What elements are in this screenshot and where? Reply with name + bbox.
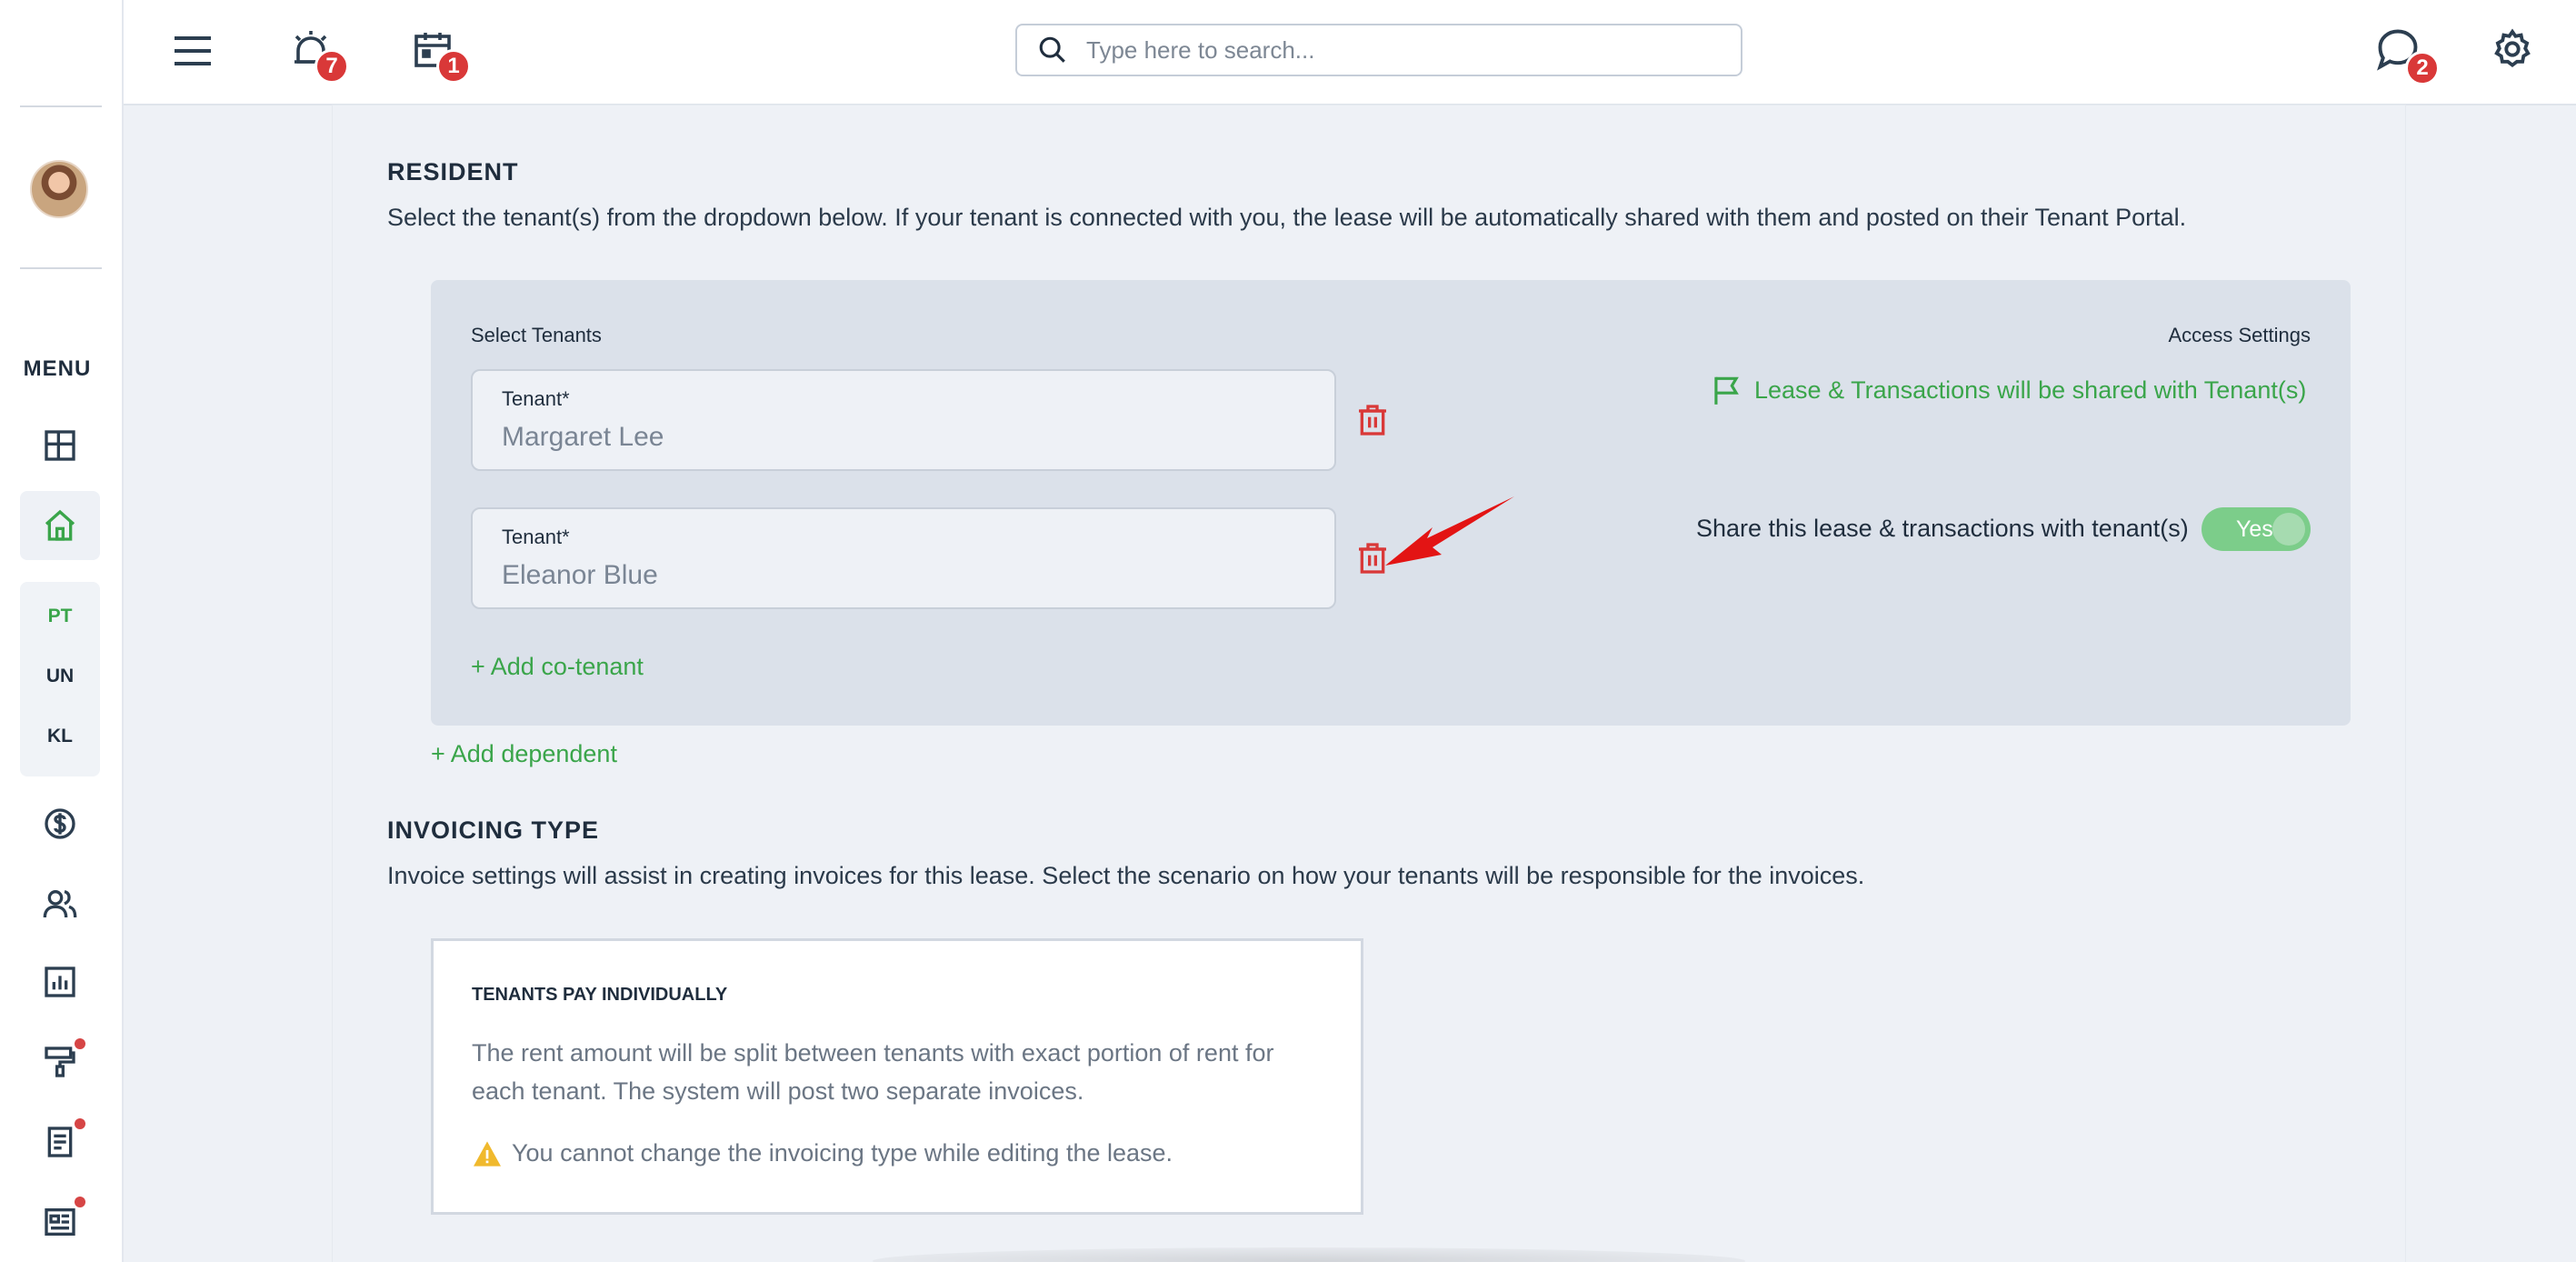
toggle-label: Yes bbox=[2236, 516, 2273, 542]
top-header: 7 1 2 bbox=[124, 0, 2576, 105]
settings-button[interactable] bbox=[2487, 24, 2538, 75]
warning-icon bbox=[474, 1140, 501, 1167]
sidebar-item-home[interactable] bbox=[20, 491, 100, 560]
annotation-arrow-icon bbox=[1385, 496, 1514, 566]
messages-button[interactable]: 2 bbox=[2372, 24, 2440, 85]
resident-section-title: RESIDENT bbox=[387, 158, 519, 185]
menu-label: MENU bbox=[23, 356, 92, 381]
add-cotenant-link[interactable]: + Add co-tenant bbox=[471, 653, 644, 681]
people-icon bbox=[43, 890, 77, 918]
sidebar-item-people[interactable] bbox=[20, 869, 100, 938]
home-icon bbox=[45, 509, 75, 541]
hamburger-icon bbox=[175, 36, 211, 65]
notification-dot bbox=[75, 1038, 85, 1049]
sidebar-item-pt[interactable]: PT bbox=[20, 606, 100, 627]
calendar-button[interactable]: 1 bbox=[409, 25, 471, 84]
tenant-select-2[interactable]: Tenant* Eleanor Blue bbox=[471, 507, 1336, 609]
delete-tenant-1-trash-icon[interactable] bbox=[1354, 402, 1391, 438]
search-bar[interactable] bbox=[1015, 24, 1742, 76]
notification-dot bbox=[75, 1197, 85, 1207]
messages-badge: 2 bbox=[2405, 51, 2440, 85]
dollar-icon bbox=[45, 808, 75, 839]
invoicing-option-description: The rent amount will be split between te… bbox=[472, 1039, 1274, 1105]
calendar-badge: 1 bbox=[436, 49, 471, 84]
shared-notice: Lease & Transactions will be shared with… bbox=[1709, 373, 2306, 407]
sidebar-item-finance[interactable] bbox=[20, 789, 100, 858]
sidebar-item-maintenance[interactable] bbox=[20, 1027, 100, 1097]
add-dependent-link[interactable]: + Add dependent bbox=[431, 740, 617, 768]
toggle-knob bbox=[2272, 513, 2305, 546]
invoicing-description: Invoice settings will assist in creating… bbox=[387, 862, 1865, 889]
hamburger-menu-button[interactable] bbox=[169, 27, 216, 75]
access-settings-label: Access Settings bbox=[2168, 324, 2311, 346]
share-lease-toggle[interactable]: Yes bbox=[2202, 507, 2311, 551]
sidebar-item-news[interactable] bbox=[20, 1187, 100, 1257]
sidebar-subnav: PT UN KL bbox=[20, 582, 100, 776]
sidebar: MENU PT UN KL bbox=[0, 0, 124, 1262]
invoicing-warning: You cannot change the invoicing type whi… bbox=[472, 1139, 1173, 1167]
report-icon bbox=[45, 967, 75, 997]
alarm-badge: 7 bbox=[315, 49, 349, 84]
maintenance-icon bbox=[45, 1047, 75, 1077]
tenant-field-label: Tenant* bbox=[502, 526, 570, 548]
search-input[interactable] bbox=[1086, 35, 1704, 65]
sidebar-item-dashboard[interactable] bbox=[20, 411, 100, 480]
invoicing-warning-text: You cannot change the invoicing type whi… bbox=[512, 1139, 1173, 1167]
avatar[interactable] bbox=[30, 160, 88, 218]
resident-description: Select the tenant(s) from the dropdown b… bbox=[387, 204, 2187, 231]
invoicing-option-title: TENANTS PAY INDIVIDUALLY bbox=[472, 985, 728, 1005]
sidebar-item-kl[interactable]: KL bbox=[20, 726, 100, 747]
invoicing-option-card[interactable]: TENANTS PAY INDIVIDUALLY The rent amount… bbox=[431, 938, 1363, 1215]
invoicing-section-title: INVOICING TYPE bbox=[387, 816, 600, 844]
share-lease-label: Share this lease & transactions with ten… bbox=[1696, 515, 2189, 542]
gear-icon bbox=[2494, 28, 2531, 68]
notification-dot bbox=[75, 1118, 85, 1129]
news-icon bbox=[45, 1208, 75, 1236]
select-tenants-label: Select Tenants bbox=[471, 324, 602, 346]
flag-icon bbox=[1714, 376, 1739, 405]
search-icon bbox=[1039, 36, 1065, 63]
dashboard-icon bbox=[45, 430, 75, 461]
alarm-button[interactable]: 7 bbox=[287, 25, 349, 84]
sidebar-divider bbox=[20, 267, 102, 269]
sidebar-divider bbox=[20, 105, 102, 107]
tenant-field-value: Margaret Lee bbox=[502, 422, 664, 452]
shared-notice-text: Lease & Transactions will be shared with… bbox=[1754, 376, 2307, 404]
sidebar-item-un[interactable]: UN bbox=[20, 666, 100, 687]
document-icon bbox=[47, 1127, 73, 1157]
sidebar-item-reports[interactable] bbox=[20, 947, 100, 1017]
tenant-field-label: Tenant* bbox=[502, 387, 570, 410]
tenant-select-1[interactable]: Tenant* Margaret Lee bbox=[471, 369, 1336, 471]
tenant-field-value: Eleanor Blue bbox=[502, 560, 658, 590]
sidebar-item-documents[interactable] bbox=[20, 1107, 100, 1177]
